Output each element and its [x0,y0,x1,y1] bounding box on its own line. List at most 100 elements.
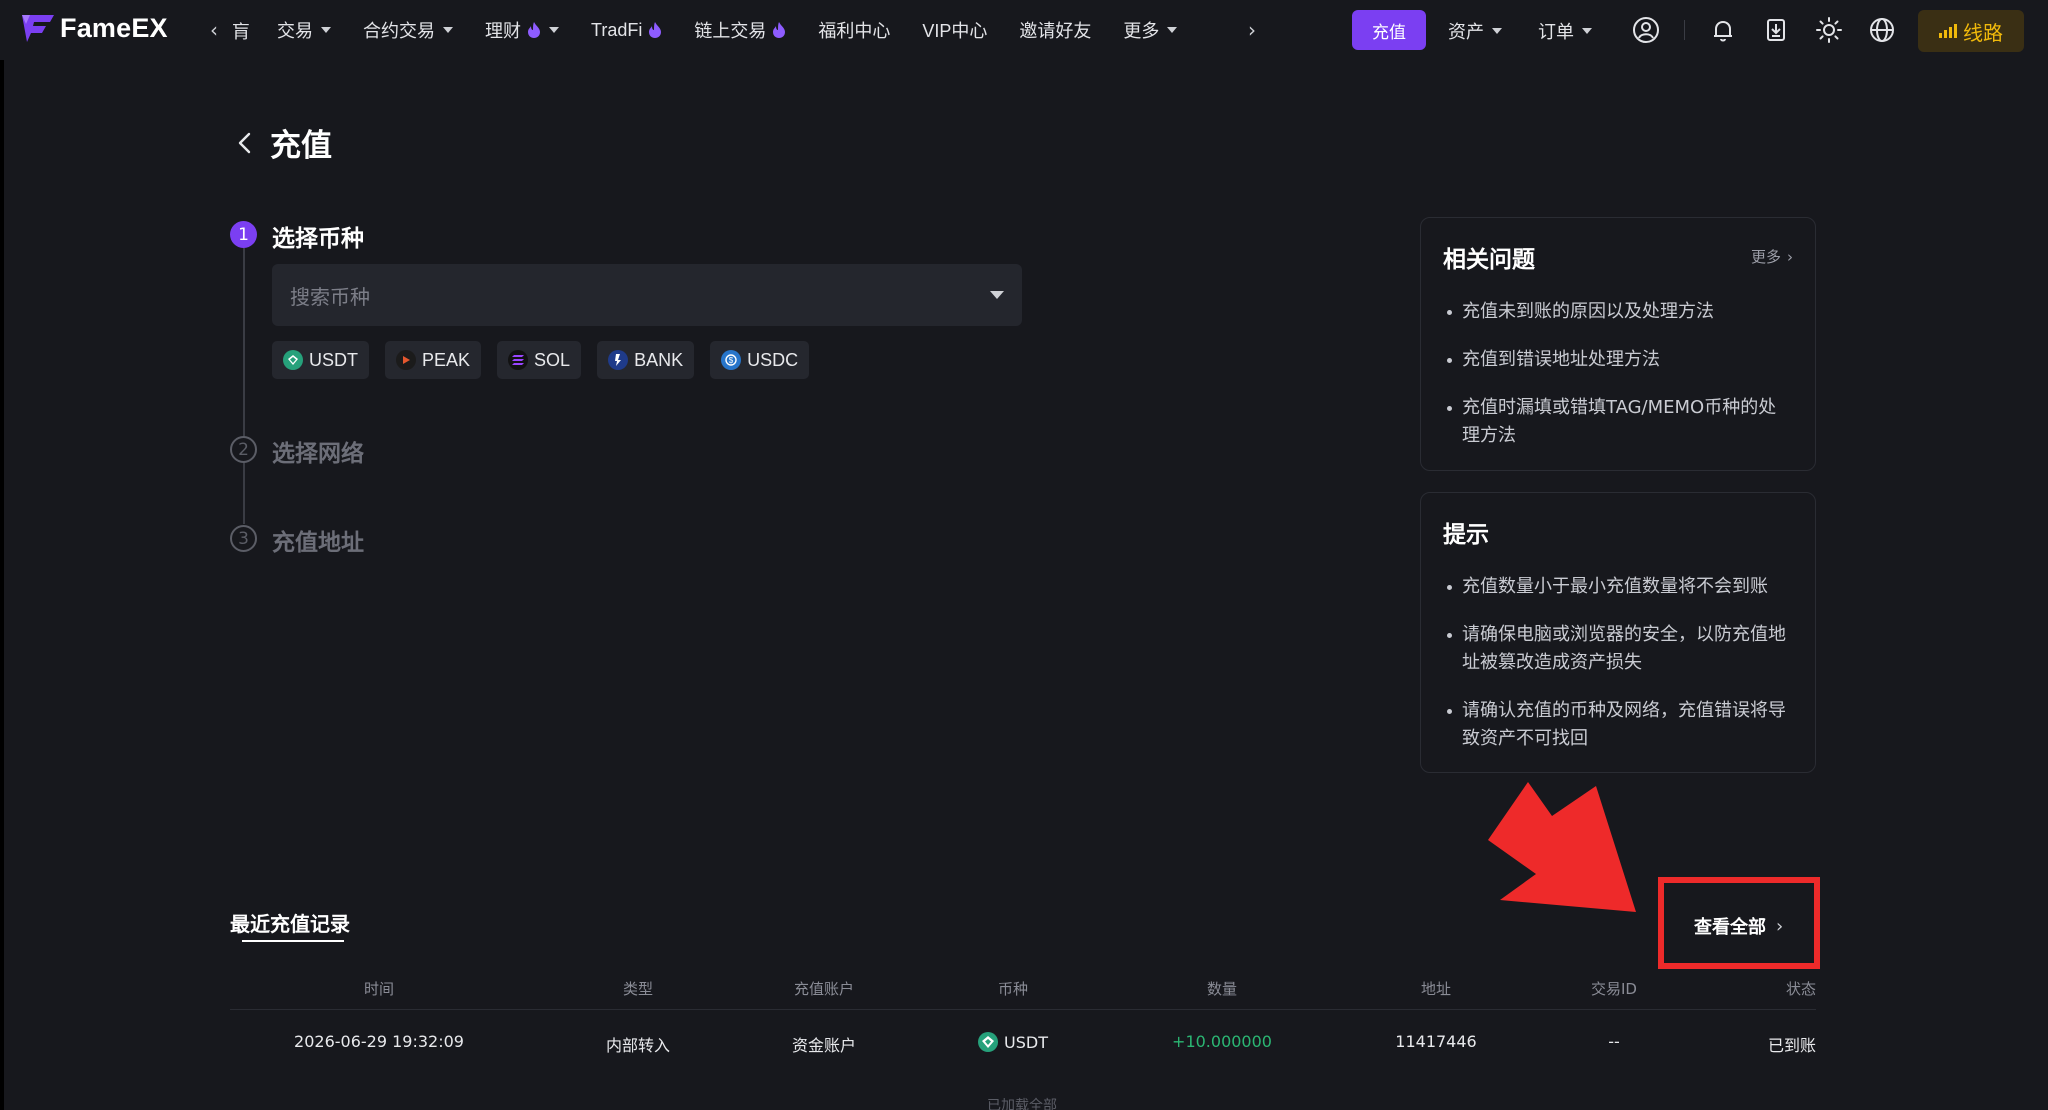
nav-scroll-left-icon[interactable]: ‹ [203,18,225,42]
coin-chip-peak[interactable]: PEAK [385,341,482,379]
faq-item-text: 充值未到账的原因以及处理方法 [1462,301,1714,322]
bullet [1447,310,1452,315]
route-button[interactable]: 线路 [1918,10,2024,52]
step-2-number: 2 [230,436,257,463]
top-navigation: FameEX ‹ 肓 交易 合约交易 理财 TradFi 链上交易 福利中心 V… [0,0,2048,60]
step-connector [243,248,245,448]
nav-item-more[interactable]: 更多 [1123,17,1178,43]
table-row[interactable]: 2026-06-29 19:32:09 内部转入 资金账户 USDT +10.0… [230,1010,1816,1070]
nav-item-label: 福利中心 [818,21,891,41]
nav-menu: 交易 合约交易 理财 TradFi 链上交易 福利中心 VIP中心 邀请好友 更… [277,0,1209,60]
cell-txid: -- [1608,1032,1620,1051]
bullet [1447,406,1452,411]
faq-more-link[interactable]: 更多 › [1751,246,1793,267]
nav-item-futures[interactable]: 合约交易 [363,17,453,43]
column-header: 币种 [997,980,1029,998]
bullet [1447,585,1452,590]
red-annotation-arrow [1488,782,1636,912]
fire-icon [649,22,662,38]
signal-icon [1939,24,1957,38]
step-3-number: 3 [230,525,257,552]
tip-item-text: 请确保电脑或浏览器的安全，以防充值地址被篡改造成资产损失 [1462,624,1786,673]
step-3-title: 充值地址 [272,530,364,556]
bell-icon[interactable] [1709,16,1737,44]
coin-symbol: USDT [309,349,358,370]
nav-item-label: 理财 [485,21,521,41]
coin-chip-usdc[interactable]: $ USDC [710,341,810,379]
faq-item[interactable]: 充值未到账的原因以及处理方法 [1443,298,1793,326]
chevron-down-icon [443,27,453,33]
faq-title: 相关问题 [1443,247,1535,273]
bullet [1447,358,1452,363]
page-header: 充值 [230,120,332,165]
column-header: 充值账户 [793,980,855,998]
nav-item-onchain[interactable]: 链上交易 [694,17,786,43]
faq-item[interactable]: 充值到错误地址处理方法 [1443,346,1793,374]
tip-item: 请确认充值的币种及网络，充值错误将导致资产不可找回 [1443,697,1793,753]
nav-item-invite[interactable]: 邀请好友 [1019,17,1091,43]
chevron-right-icon: › [1776,915,1784,937]
cell-amount: +10.000000 [1172,1032,1272,1051]
step-2-title: 选择网络 [272,441,364,467]
view-all-link[interactable]: 查看全部 › [1694,913,1783,939]
coin-chip-bank[interactable]: BANK [597,341,695,379]
nav-item-vip[interactable]: VIP中心 [922,17,987,43]
back-arrow-icon[interactable] [230,128,260,158]
nav-truncated-item[interactable]: 肓 [232,18,250,44]
column-header: 数量 [1206,980,1238,998]
cell-coin-symbol: USDT [1004,1032,1048,1052]
orders-menu[interactable]: 订单 [1538,18,1592,44]
tip-item-text: 请确认充值的币种及网络，充值错误将导致资产不可找回 [1462,700,1786,749]
coin-search-select[interactable]: 搜索币种 [272,264,1022,326]
cell-address: 11417446 [1395,1032,1477,1051]
nav-item-trade[interactable]: 交易 [277,17,331,43]
assets-label: 资产 [1448,22,1484,42]
nav-item-rewards[interactable]: 福利中心 [818,17,890,43]
fameex-logo-icon [22,15,54,42]
coin-symbol: PEAK [422,349,471,370]
deposit-button[interactable]: 充值 [1352,10,1426,50]
nav-item-label: 邀请好友 [1019,21,1092,41]
bank-icon [608,350,629,370]
globe-icon[interactable] [1868,16,1896,44]
chevron-down-icon [1492,28,1502,34]
orders-label: 订单 [1538,22,1574,42]
usdc-icon: $ [721,350,742,370]
nav-item-label: 更多 [1123,21,1160,41]
column-header: 地址 [1420,980,1452,998]
cell-coin: USDT [978,1032,1048,1052]
tips-card: 提示 充值数量小于最小充值数量将不会到账 请确保电脑或浏览器的安全，以防充值地址… [1420,492,1816,773]
nav-divider [1684,20,1685,40]
coin-chip-usdt[interactable]: USDT [272,341,369,379]
faq-item[interactable]: 充值时漏填或错填TAG/MEMO币种的处理方法 [1443,394,1793,450]
column-header: 时间 [363,980,395,998]
column-header: 状态 [1785,980,1816,998]
cell-status: 已到账 [1767,1036,1816,1055]
sun-icon[interactable] [1815,16,1843,44]
fire-icon [773,22,786,38]
column-header: 类型 [622,980,654,998]
svg-text:$: $ [729,356,734,365]
fameex-logo[interactable]: FameEX [20,12,168,44]
coin-chip-sol[interactable]: SOL [497,341,582,379]
nav-item-earn[interactable]: 理财 [485,17,559,43]
user-icon[interactable] [1632,16,1660,44]
tips-title: 提示 [1443,522,1489,548]
nav-scroll-right-icon[interactable]: › [1241,18,1263,42]
tip-item: 充值数量小于最小充值数量将不会到账 [1443,573,1793,601]
nav-item-label: 链上交易 [694,21,767,41]
faq-more-label: 更多 [1750,248,1781,266]
faq-card: 相关问题 更多 › 充值未到账的原因以及处理方法 充值到错误地址处理方法 充值时… [1420,217,1816,471]
nav-item-tradfi[interactable]: TradFi [591,20,662,41]
faq-item-text: 充值时漏填或错填TAG/MEMO币种的处理方法 [1462,397,1777,446]
cell-time: 2026-06-29 19:32:09 [294,1032,464,1051]
assets-menu[interactable]: 资产 [1448,18,1502,44]
column-header: 交易ID [1591,980,1637,998]
usdt-icon [978,1032,999,1052]
page-title: 充值 [270,128,332,164]
quick-coin-list: USDT PEAK SOL BANK $ USDC [272,341,810,379]
nav-item-label: VIP中心 [922,21,988,41]
download-icon[interactable] [1762,16,1790,44]
tab-underline [242,940,344,942]
recent-deposits-title[interactable]: 最近充值记录 [230,908,350,937]
